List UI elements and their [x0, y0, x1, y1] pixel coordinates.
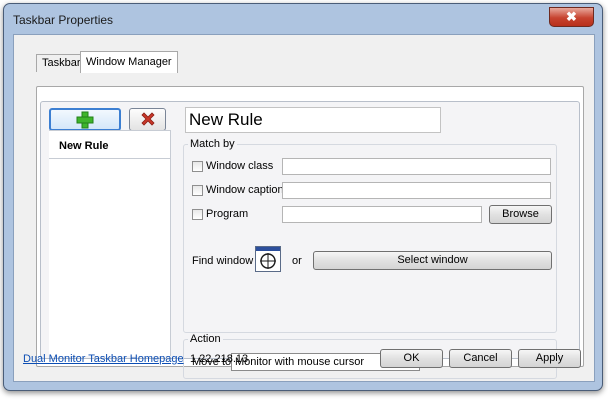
- dialog-client-area: Taskbar Window Manager New Rule New Rule…: [13, 34, 595, 382]
- window-caption-field[interactable]: [282, 182, 551, 199]
- window-caption-label: Window caption: [206, 184, 284, 196]
- action-legend: Action: [188, 333, 223, 345]
- delete-x-icon: [141, 112, 155, 126]
- move-to-value: Monitor with mouse cursor: [235, 356, 364, 368]
- rules-frame: New Rule New Rule Match by Window class …: [40, 101, 580, 379]
- tab-taskbar[interactable]: Taskbar: [36, 54, 87, 72]
- dialog-window: Taskbar Properties ✖ Taskbar Window Mana…: [3, 3, 603, 391]
- close-icon: ✖: [566, 9, 577, 24]
- window-class-checkbox[interactable]: [192, 161, 203, 172]
- plus-icon: [76, 111, 94, 129]
- window-manager-panel: New Rule New Rule Match by Window class …: [36, 86, 584, 379]
- window-caption-checkbox[interactable]: [192, 185, 203, 196]
- program-field[interactable]: [282, 206, 482, 223]
- ok-button[interactable]: OK: [380, 349, 443, 368]
- version-text: 1.22.218.13: [190, 353, 249, 365]
- cancel-button[interactable]: Cancel: [449, 349, 512, 368]
- browse-button[interactable]: Browse: [489, 205, 552, 224]
- homepage-link[interactable]: Dual Monitor Taskbar Homepage: [23, 353, 184, 365]
- window-class-label: Window class: [206, 160, 274, 172]
- select-window-button[interactable]: Select window: [313, 251, 552, 270]
- rule-list-item[interactable]: New Rule: [49, 131, 170, 159]
- window-finder-tool[interactable]: [255, 246, 281, 272]
- close-button[interactable]: ✖: [549, 7, 594, 27]
- add-rule-button[interactable]: [49, 108, 121, 131]
- window-title: Taskbar Properties: [13, 13, 114, 27]
- crosshair-icon: [260, 253, 276, 269]
- rule-list[interactable]: New Rule: [49, 130, 171, 356]
- rule-name-input[interactable]: New Rule: [185, 107, 441, 133]
- find-window-label: Find window: [192, 255, 254, 267]
- title-bar[interactable]: Taskbar Properties ✖: [4, 4, 602, 34]
- remove-rule-button[interactable]: [129, 108, 166, 131]
- window-class-field[interactable]: [282, 158, 551, 175]
- or-label: or: [292, 255, 302, 267]
- apply-button[interactable]: Apply: [518, 349, 581, 368]
- program-label: Program: [206, 208, 249, 220]
- tab-window-manager[interactable]: Window Manager: [80, 51, 178, 73]
- match-by-legend: Match by: [188, 138, 237, 150]
- program-checkbox[interactable]: [192, 209, 203, 220]
